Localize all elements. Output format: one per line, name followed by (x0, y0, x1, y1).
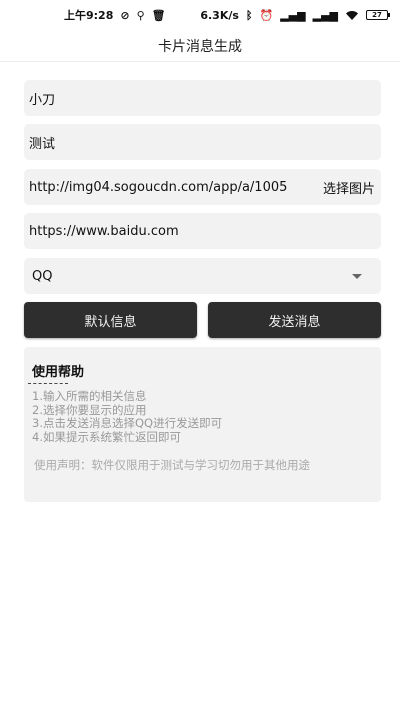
description-input-value: 测试 (29, 136, 56, 152)
help-lines: 1.输入所需的相关信息 2.选择你要显示的应用 3.点击发送消息选择QQ进行发送… (32, 389, 379, 444)
title-input[interactable]: 小刀 (24, 80, 381, 116)
link-url-input-value: https://www.baidu.com (29, 223, 179, 239)
trash-icon: 🗑︎ (151, 8, 166, 22)
help-divider (28, 383, 68, 384)
title-input-value: 小刀 (29, 92, 56, 108)
signal-icon: ▂▄▆ (280, 8, 306, 22)
blocked-icon: ⊘ (120, 8, 130, 22)
help-title: 使用帮助 (32, 365, 85, 380)
help-line: 4.如果提示系统繁忙返回即可 (32, 429, 181, 444)
image-url-input[interactable]: http://img04.sogoucdn.com/app/a/1005 选择图… (24, 169, 381, 205)
status-right: 6.3K/s ᛒ ⏰ ▂▄▆ ▂▄▆ 27 (200, 8, 390, 22)
link-url-input[interactable]: https://www.baidu.com (24, 213, 381, 249)
network-speed: 6.3K/s (200, 8, 239, 22)
usage-disclaimer: 使用声明：软件仅限用于测试与学习切勿用于其他用途 (34, 458, 310, 472)
help-line: 1.输入所需的相关信息 (32, 389, 147, 403)
signal-icon-2: ▂▄▆ (312, 8, 338, 22)
image-url-input-value: http://img04.sogoucdn.com/app/a/1005 (29, 179, 288, 195)
status-left: 上午9:28 ⊘ ⚲ 🗑︎ (64, 7, 166, 23)
status-time: 上午9:28 (64, 9, 114, 22)
location-icon: ⚲ (136, 8, 145, 22)
help-panel: 使用帮助 1.输入所需的相关信息 2.选择你要显示的应用 3.点击发送消息选择Q… (24, 347, 381, 502)
battery-icon: 27 (366, 10, 390, 20)
default-info-button[interactable]: 默认信息 (24, 302, 197, 338)
main-content: 小刀 测试 http://img04.sogoucdn.com/app/a/10… (0, 62, 400, 710)
status-bar: 上午9:28 ⊘ ⚲ 🗑︎ 6.3K/s ᛒ ⏰ ▂▄▆ ▂▄▆ 27 (0, 0, 400, 30)
dropdown-arrow-icon[interactable] (352, 273, 362, 279)
send-message-button[interactable]: 发送消息 (208, 302, 381, 338)
wifi-icon (345, 10, 359, 21)
app-select-value: QQ (32, 268, 53, 284)
pick-image-button[interactable]: 选择图片 (323, 169, 375, 205)
description-input[interactable]: 测试 (24, 124, 381, 160)
help-line: 2.选择你要显示的应用 (32, 402, 147, 417)
help-line: 3.点击发送消息选择QQ进行发送即可 (32, 416, 223, 430)
page-title: 卡片消息生成 (0, 30, 400, 62)
app-select[interactable]: QQ (24, 258, 381, 294)
bluetooth-icon: ᛒ (245, 8, 253, 22)
alarm-icon: ⏰ (259, 8, 274, 22)
